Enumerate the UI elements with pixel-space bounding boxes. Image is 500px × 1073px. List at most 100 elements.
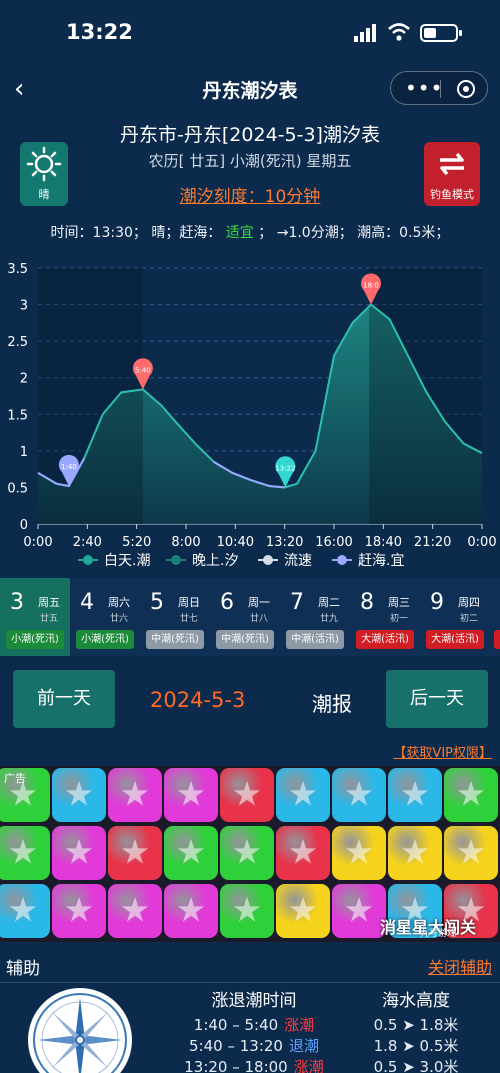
weather-button[interactable]: 晴 (20, 142, 68, 206)
day-tide-tag: 大潮(活汛) (356, 630, 414, 649)
tide-time-row: 13:20 – 18:00 涨潮 (164, 1056, 344, 1073)
star-icon: ★ (175, 774, 207, 815)
close-miniprogram-icon[interactable] (457, 80, 475, 98)
day-4[interactable]: 4 周六 廿六 小潮(死汛) (70, 578, 140, 656)
day-lunar: 初二 (460, 614, 479, 624)
day-5[interactable]: 5 周日 廿七 中潮(死汛) (140, 578, 210, 656)
x-tick-label: 5:20 (122, 535, 151, 550)
wifi-icon (388, 23, 410, 41)
signal-icon (354, 24, 376, 42)
status-bar: 13:22 (0, 0, 500, 66)
y-tick-label: 3 (20, 299, 28, 314)
x-tick-label: 8:00 (171, 535, 200, 550)
ad-label: 广告 (4, 772, 26, 785)
ad-tile: ★ (164, 884, 218, 938)
day-3[interactable]: 3 周五 廿五 小潮(死汛) (0, 578, 70, 656)
star-icon: ★ (287, 832, 319, 873)
sea-height-row: 0.5 ➤ 1.8米 (373, 1016, 459, 1034)
star-icon: ★ (7, 832, 39, 873)
y-tick-label: 3.5 (7, 262, 28, 277)
tide-state: 涨潮 (284, 1016, 315, 1034)
capsule-divider (440, 80, 441, 98)
sea-height-table: 海水高度 0.5 ➤ 1.8米 1.8 ➤ 0.5米 0.5 ➤ 3.0米 (356, 986, 476, 1073)
ad-tile: ★ (276, 884, 330, 938)
compass-icon (28, 988, 132, 1073)
tide-report-link[interactable]: 潮报 (312, 688, 352, 717)
day-number: 6 (220, 590, 234, 615)
y-tick-label: 2 (20, 372, 28, 387)
assist-label: 辅助 (6, 959, 40, 979)
fishing-mode-button[interactable]: 钓鱼模式 (424, 142, 480, 206)
navigation-bar: ‹ 丹东潮汐表 ••• (0, 66, 500, 112)
ad-tile: ★ (220, 884, 274, 938)
day-next-partial (494, 630, 500, 649)
status-time: 13:22 (66, 20, 133, 44)
prev-day-button[interactable]: 前一天 (13, 670, 115, 728)
legend-dot (83, 555, 93, 565)
tide-time-range: 5:40 – 13:20 (189, 1037, 283, 1055)
night-band (369, 268, 482, 524)
x-tick-label: 10:40 (217, 535, 254, 550)
star-icon: ★ (63, 774, 95, 815)
more-icon[interactable]: ••• (405, 76, 443, 100)
sea-height-header: 海水高度 (382, 991, 450, 1011)
battery-icon (420, 24, 462, 42)
y-tick-label: 0 (20, 518, 28, 533)
ad-tile: ★ (220, 826, 274, 880)
ad-tile: ★ (108, 826, 162, 880)
day-weekday: 周四 (458, 596, 480, 609)
ad-tile: ★ (388, 826, 442, 880)
close-assist-link[interactable]: 关闭辅助 (428, 954, 492, 978)
next-day-button[interactable]: 后一天 (386, 670, 488, 728)
date-selector: 3 周五 廿五 小潮(死汛) 4 周六 廿六 小潮(死汛) 5 周日 廿七 中潮(死汛) 6 周一 廿八 中潮… (0, 578, 500, 656)
legend-dot (171, 555, 181, 565)
ad-tile: ★ (444, 768, 498, 822)
ad-tile: ★ (276, 768, 330, 822)
day-lunar: 廿六 (110, 614, 129, 624)
y-tick-label: 0.5 (7, 481, 28, 496)
tide-marker: 13:22 (275, 456, 295, 488)
star-icon: ★ (119, 890, 151, 931)
day-number: 7 (290, 590, 304, 615)
star-icon: ★ (287, 890, 319, 931)
day-8[interactable]: 8 周三 初一 大潮(活汛) (350, 578, 420, 656)
info-weather: 晴；赶海： (151, 225, 222, 241)
ad-banner[interactable]: 广告 消星星大闯关 九号游戏 ★ ★ ★ ★ ★ ★ ★ ★ ★ ★ ★ ★ ★ ★ ★ ★ ★ ★ ★ ★ ★ ★ ★ ★ ★… (0, 766, 500, 942)
day-number: 4 (80, 590, 94, 615)
ad-tile: ★ (332, 826, 386, 880)
tide-time-row: 1:40 – 5:40 涨潮 (164, 1014, 344, 1035)
weather-label: 晴 (38, 188, 50, 201)
legend-label: 赶海.宜 (358, 553, 404, 569)
ad-subtitle: 九号游戏 (420, 929, 457, 939)
tide-state: 涨潮 (293, 1058, 324, 1073)
day-weekday: 周日 (178, 596, 200, 609)
day-9[interactable]: 9 周四 初二 大潮(活汛) (420, 578, 490, 656)
marker-label: 13:22 (275, 464, 295, 472)
tide-state: 退潮 (288, 1037, 319, 1055)
star-icon: ★ (343, 774, 375, 815)
tide-time-range: 13:20 – 18:00 (184, 1058, 288, 1073)
tide-times-header: 涨退潮时间 (211, 991, 297, 1011)
night-band (38, 268, 143, 524)
star-icon: ★ (287, 774, 319, 815)
star-icon: ★ (455, 832, 487, 873)
tide-times-table: 涨退潮时间 1:40 – 5:40 涨潮 5:40 – 13:20 退潮 13:20 –… (164, 986, 344, 1073)
ad-tile: ★ (164, 826, 218, 880)
star-icon: ★ (231, 774, 263, 815)
marker-label: 1:40 (61, 463, 77, 471)
vip-link[interactable]: 【获取VIP权限】 (0, 742, 500, 764)
day-number: 9 (430, 590, 444, 615)
ad-tile: ★ (164, 768, 218, 822)
x-tick-label: 0:00 (467, 535, 496, 550)
day-7[interactable]: 7 周二 廿九 中潮(活汛) (280, 578, 350, 656)
legend-label: 流速 (284, 553, 312, 569)
info-sea-tail: ； (258, 225, 273, 241)
ad-tile: ★ (388, 768, 442, 822)
ad-tile: ★ (276, 826, 330, 880)
day-weekday: 周三 (388, 596, 410, 609)
star-icon: ★ (7, 890, 39, 931)
day-lunar: 初一 (390, 614, 409, 624)
day-lunar: 廿九 (320, 614, 339, 624)
day-6[interactable]: 6 周一 廿八 中潮(死汛) (210, 578, 280, 656)
x-tick-label: 13:20 (266, 535, 303, 550)
